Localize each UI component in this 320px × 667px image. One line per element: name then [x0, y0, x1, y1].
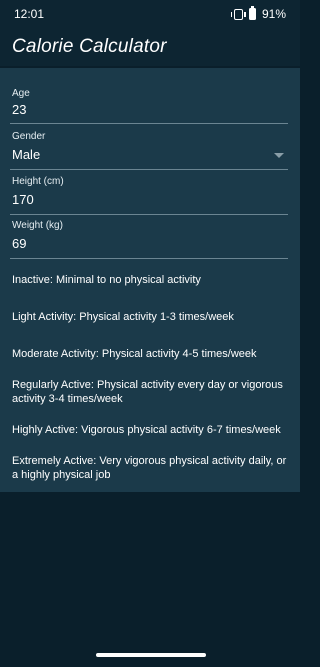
- app-title: Calorie Calculator: [12, 36, 167, 57]
- weight-label: Weight (kg): [12, 220, 63, 231]
- calculator-panel: Age 23 Gender Male Height (cm) 170 Weigh…: [0, 68, 300, 492]
- activity-option-extremely-active[interactable]: Extremely Active: Very vigorous physical…: [12, 454, 288, 482]
- battery-icon: [248, 6, 256, 20]
- age-label: Age: [12, 88, 30, 99]
- vibrate-icon: [230, 8, 246, 20]
- app-bar: Calorie Calculator: [0, 28, 300, 66]
- weight-value[interactable]: 69: [12, 236, 26, 251]
- weight-field[interactable]: Weight (kg) 69: [0, 214, 300, 259]
- gender-dropdown[interactable]: Gender Male: [0, 124, 300, 170]
- age-field[interactable]: Age 23: [0, 68, 300, 124]
- gender-value[interactable]: Male: [12, 147, 40, 162]
- status-time: 12:01: [14, 7, 45, 21]
- gender-label: Gender: [12, 131, 46, 142]
- activity-option-light[interactable]: Light Activity: Physical activity 1-3 ti…: [12, 310, 288, 324]
- height-field[interactable]: Height (cm) 170: [0, 170, 300, 215]
- battery-percent: 91%: [261, 7, 286, 21]
- activity-option-regularly-active[interactable]: Regularly Active: Physical activity ever…: [12, 378, 288, 406]
- height-value[interactable]: 170: [12, 192, 34, 207]
- status-bar: 12:01 91%: [0, 0, 300, 28]
- activity-option-highly-active[interactable]: Highly Active: Vigorous physical activit…: [12, 423, 288, 437]
- status-indicators: 91%: [230, 6, 286, 21]
- age-value[interactable]: 23: [12, 102, 26, 117]
- activity-option-inactive[interactable]: Inactive: Minimal to no physical activit…: [12, 273, 288, 287]
- weight-underline: [10, 258, 288, 259]
- height-label: Height (cm): [12, 176, 64, 187]
- chevron-down-icon[interactable]: [274, 153, 284, 158]
- gesture-nav-handle[interactable]: [96, 653, 206, 657]
- activity-option-moderate[interactable]: Moderate Activity: Physical activity 4-5…: [12, 347, 288, 361]
